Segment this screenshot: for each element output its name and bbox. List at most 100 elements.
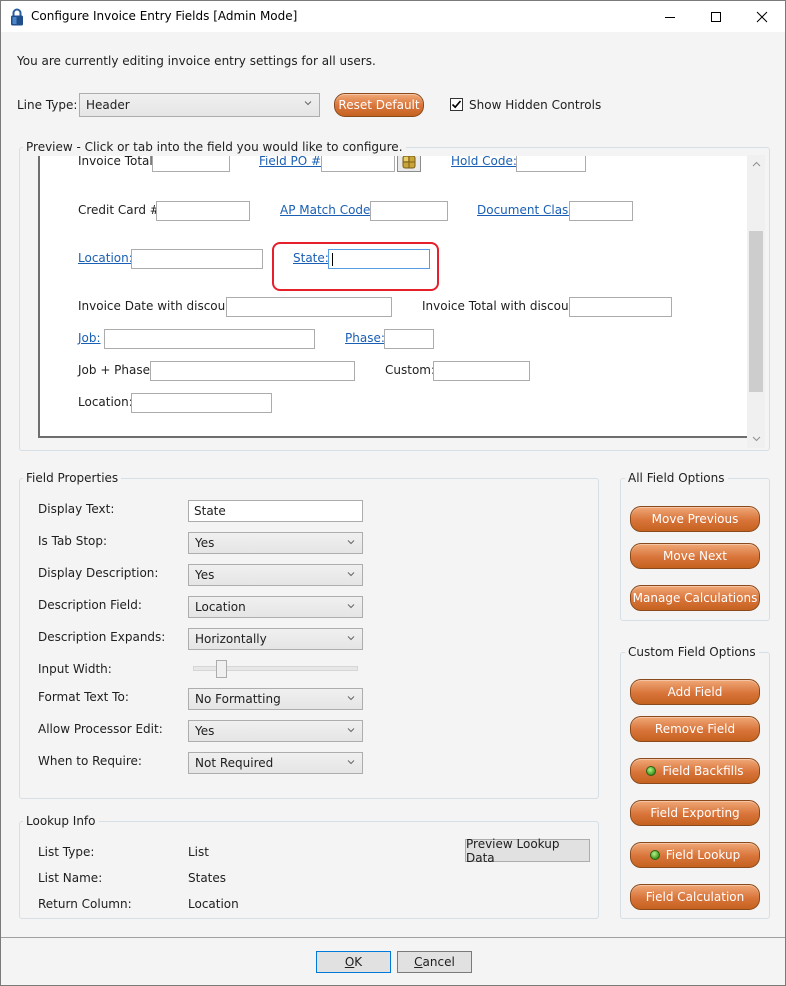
field-properties-title: Field Properties	[23, 471, 122, 485]
preview-input-document-class[interactable]	[569, 201, 633, 221]
ok-accelerator: O	[344, 955, 355, 969]
scroll-up-icon[interactable]	[752, 161, 761, 167]
input-width-label: Input Width:	[38, 662, 112, 676]
preview-input-invoice-total-discount[interactable]	[569, 297, 672, 317]
display-text-input[interactable]: State	[188, 500, 363, 522]
preview-label-invoice-date-discount[interactable]: Invoice Date with discount:	[78, 299, 242, 313]
preview-input-ap-match-code[interactable]	[370, 201, 448, 221]
preview-link-phase[interactable]: Phase:	[345, 331, 385, 345]
format-text-select[interactable]: No Formatting	[188, 688, 363, 710]
lock-icon	[10, 8, 24, 26]
preview-link-field-po[interactable]: Field PO #:	[259, 156, 325, 168]
close-button[interactable]	[739, 1, 785, 32]
move-next-button[interactable]: Move Next	[630, 543, 760, 569]
preview-input-job-phase[interactable]	[150, 361, 355, 381]
preview-link-hold-code[interactable]: Hold Code:	[451, 156, 517, 168]
input-width-slider-thumb[interactable]	[215, 660, 227, 678]
preview-link-state[interactable]: State:	[293, 251, 329, 265]
preview-lookup-data-button[interactable]: Preview Lookup Data	[465, 837, 590, 865]
maximize-icon	[711, 11, 721, 22]
maximize-button[interactable]	[693, 1, 739, 32]
preview-input-custom[interactable]	[433, 361, 530, 381]
description-expands-value: Horizontally	[195, 632, 267, 646]
list-type-value: List	[188, 845, 209, 859]
cancel-accelerator: C	[414, 955, 423, 969]
display-description-select[interactable]: Yes	[188, 564, 363, 586]
preview-link-ap-match-code[interactable]: AP Match Code:	[280, 203, 374, 217]
list-type-label: List Type:	[38, 845, 95, 859]
scroll-down-icon[interactable]	[752, 436, 761, 442]
field-po-lookup-button[interactable]	[397, 156, 421, 172]
field-exporting-label: Field Exporting	[650, 806, 740, 820]
text-caret	[332, 253, 333, 266]
preview-label-custom[interactable]: Custom:	[385, 363, 435, 377]
admin-notice: You are currently editing invoice entry …	[17, 54, 376, 68]
preview-input-invoice-total[interactable]	[152, 156, 230, 172]
preview-input-hold-code[interactable]	[516, 156, 586, 172]
preview-link-document-class[interactable]: Document Class:	[477, 203, 579, 217]
all-field-options-title: All Field Options	[625, 471, 728, 485]
preview-input-credit-card[interactable]	[156, 201, 250, 221]
window-title: Configure Invoice Entry Fields [Admin Mo…	[31, 9, 298, 23]
when-to-require-value: Not Required	[195, 756, 274, 770]
show-hidden-controls-checkbox[interactable]	[450, 98, 463, 111]
manage-calculations-button[interactable]: Manage Calculations	[630, 585, 760, 611]
allow-processor-edit-select[interactable]: Yes	[188, 720, 363, 742]
preview-input-field-po[interactable]	[321, 156, 395, 172]
preview-label-credit-card[interactable]: Credit Card #:	[78, 203, 164, 217]
show-hidden-controls-label[interactable]: Show Hidden Controls	[469, 98, 601, 112]
line-type-label: Line Type:	[17, 98, 78, 112]
reset-default-button[interactable]: Reset Default	[334, 93, 424, 117]
preview-input-state[interactable]	[328, 249, 430, 269]
custom-field-options-title: Custom Field Options	[625, 645, 759, 659]
dialog-window: Configure Invoice Entry Fields [Admin Mo…	[0, 0, 786, 986]
allow-processor-edit-value: Yes	[195, 724, 215, 738]
description-expands-select[interactable]: Horizontally	[188, 628, 363, 650]
preview-input-location-2[interactable]	[131, 393, 272, 413]
field-backfills-label: Field Backfills	[662, 764, 744, 778]
preview-group-title: Preview - Click or tab into the field yo…	[23, 140, 406, 154]
chevron-down-icon	[347, 604, 355, 609]
display-description-label: Display Description:	[38, 566, 159, 580]
format-text-label: Format Text To:	[38, 690, 129, 704]
preview-label-job-phase[interactable]: Job + Phase:	[78, 363, 154, 377]
is-tab-stop-value: Yes	[195, 536, 215, 550]
field-calculation-button[interactable]: Field Calculation	[630, 884, 760, 910]
title-bar[interactable]: Configure Invoice Entry Fields [Admin Mo…	[1, 1, 785, 32]
line-type-select[interactable]: Header	[79, 93, 320, 117]
chevron-down-icon	[347, 572, 355, 577]
cancel-label-rest: ancel	[422, 955, 455, 969]
preview-input-phase[interactable]	[384, 329, 434, 349]
move-previous-button[interactable]: Move Previous	[630, 506, 760, 532]
preview-scrollbar[interactable]	[747, 155, 765, 448]
field-lookup-button[interactable]: Field Lookup	[630, 842, 760, 868]
preview-label-invoice-total[interactable]: Invoice Total:	[78, 156, 157, 168]
field-backfills-button[interactable]: Field Backfills	[630, 758, 760, 784]
return-column-value: Location	[188, 897, 239, 911]
ok-label-rest: K	[354, 955, 363, 969]
ok-button[interactable]: OK	[316, 951, 391, 973]
chevron-down-icon	[347, 760, 355, 765]
preview-input-job[interactable]	[104, 329, 315, 349]
preview-link-location[interactable]: Location:	[78, 251, 133, 265]
remove-field-button[interactable]: Remove Field	[630, 716, 760, 742]
cube-icon	[402, 156, 416, 169]
minimize-button[interactable]	[647, 1, 693, 32]
when-to-require-select[interactable]: Not Required	[188, 752, 363, 774]
field-exporting-button[interactable]: Field Exporting	[630, 800, 760, 826]
is-tab-stop-select[interactable]: Yes	[188, 532, 363, 554]
return-column-label: Return Column:	[38, 897, 132, 911]
description-field-select[interactable]: Location	[188, 596, 363, 618]
preview-canvas: Invoice Total: Field PO #: Hold Code: Cr…	[38, 156, 762, 438]
list-name-value: States	[188, 871, 227, 885]
chevron-down-icon	[304, 101, 312, 106]
add-field-button[interactable]: Add Field	[630, 679, 760, 705]
preview-label-location-2[interactable]: Location:	[78, 395, 133, 409]
preview-label-invoice-total-discount[interactable]: Invoice Total with discount:	[422, 299, 585, 313]
preview-link-job[interactable]: Job:	[78, 331, 101, 345]
preview-input-invoice-date-discount[interactable]	[226, 297, 392, 317]
preview-input-location[interactable]	[131, 249, 263, 269]
cancel-button[interactable]: Cancel	[397, 951, 472, 973]
scrollbar-thumb[interactable]	[749, 230, 763, 392]
description-field-label: Description Field:	[38, 598, 142, 612]
